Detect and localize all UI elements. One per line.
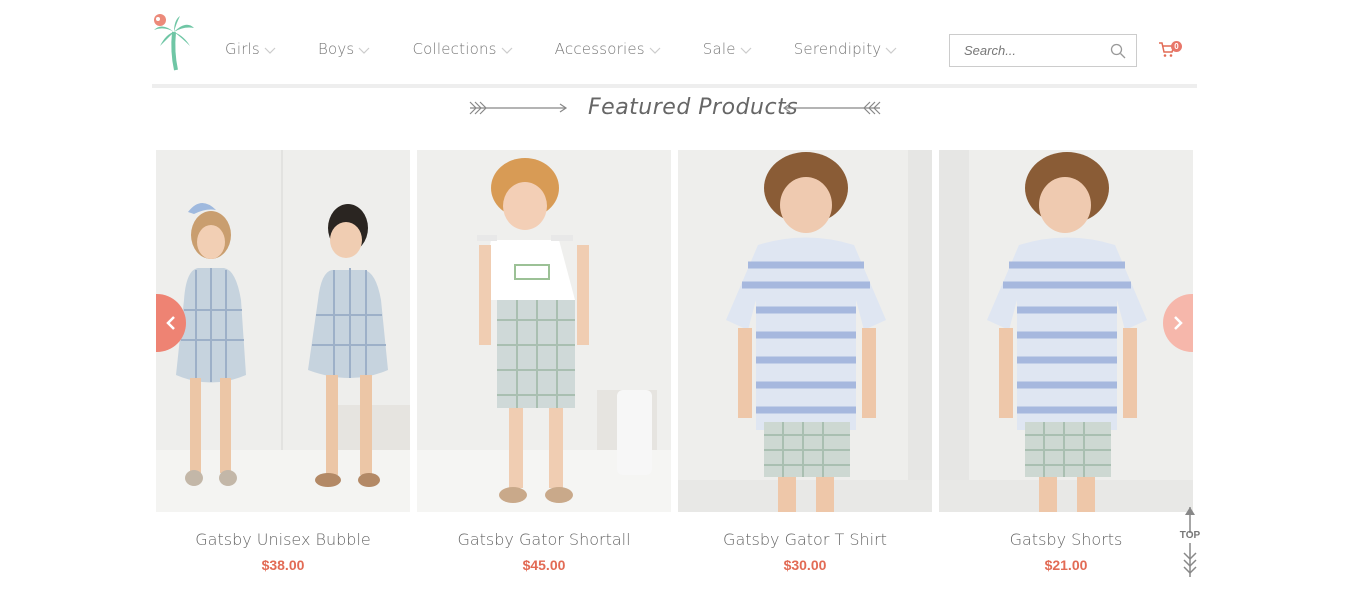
product-carousel: Gatsby Unisex Bubble $38.00 Gatsby Gator… xyxy=(156,150,1196,590)
product-card[interactable]: Gatsby Shorts $21.00 xyxy=(939,150,1193,573)
product-name[interactable]: Gatsby Gator Shortall xyxy=(417,530,671,549)
chevron-down-icon xyxy=(264,47,276,54)
featured-header: Featured Products xyxy=(0,90,1349,130)
product-price: $38.00 xyxy=(261,557,305,573)
site-header: Girls Boys Collections Accessories Sale … xyxy=(152,0,1197,90)
product-image[interactable] xyxy=(417,150,671,512)
product-name[interactable]: Gatsby Shorts xyxy=(939,530,1193,549)
nav-item-label: Sale xyxy=(702,40,736,58)
chevron-down-icon xyxy=(359,47,370,54)
nav-item-sale[interactable]: Sale xyxy=(703,40,752,58)
palm-tree-logo[interactable] xyxy=(152,12,196,74)
section-title: Featured Products xyxy=(588,95,799,120)
chevron-left-icon xyxy=(166,316,175,330)
nav-item-label: Girls xyxy=(225,40,260,58)
chevron-down-icon xyxy=(885,47,897,54)
product-card[interactable]: Gatsby Gator T Shirt $30.00 xyxy=(678,150,932,573)
nav-item-boys[interactable]: Boys xyxy=(318,40,371,58)
back-to-top-button[interactable]: TOP xyxy=(1178,505,1202,579)
product-price: $21.00 xyxy=(1044,557,1088,573)
search-input[interactable] xyxy=(964,43,1104,58)
product-image[interactable] xyxy=(939,150,1193,512)
search-icon[interactable] xyxy=(1110,43,1126,59)
nav-item-girls[interactable]: Girls xyxy=(225,40,276,58)
product-name[interactable]: Gatsby Unisex Bubble xyxy=(156,530,410,549)
arrow-decoration-icon xyxy=(469,101,568,115)
nav-item-label: Boys xyxy=(317,40,355,58)
nav-item-label: Serendipity xyxy=(793,40,882,58)
product-price: $45.00 xyxy=(522,557,566,573)
feather-icon xyxy=(1183,543,1197,577)
chevron-right-icon xyxy=(1174,316,1183,330)
chevron-down-icon xyxy=(501,47,513,54)
product-card[interactable]: Gatsby Gator Shortall $45.00 xyxy=(417,150,671,573)
top-label: TOP xyxy=(1179,530,1201,541)
product-image[interactable] xyxy=(156,150,410,512)
chevron-down-icon xyxy=(649,47,661,54)
product-card[interactable]: Gatsby Unisex Bubble $38.00 xyxy=(156,150,410,573)
nav-item-collections[interactable]: Collections xyxy=(412,40,513,58)
product-name[interactable]: Gatsby Gator T Shirt xyxy=(678,530,932,549)
arrow-decoration-icon xyxy=(782,101,881,115)
nav-item-label: Collections xyxy=(412,40,497,58)
cart-button[interactable]: 0 xyxy=(1158,41,1186,61)
cart-count-badge: 0 xyxy=(1171,41,1182,52)
product-image[interactable] xyxy=(678,150,932,512)
search-box xyxy=(949,34,1137,67)
nav-item-serendipity[interactable]: Serendipity xyxy=(794,40,898,58)
product-price: $30.00 xyxy=(783,557,827,573)
chevron-down-icon xyxy=(740,47,752,54)
nav-item-label: Accessories xyxy=(554,40,645,58)
main-nav: Girls Boys Collections Accessories Sale … xyxy=(225,40,939,58)
header-divider xyxy=(152,84,1197,88)
nav-item-accessories[interactable]: Accessories xyxy=(555,40,661,58)
